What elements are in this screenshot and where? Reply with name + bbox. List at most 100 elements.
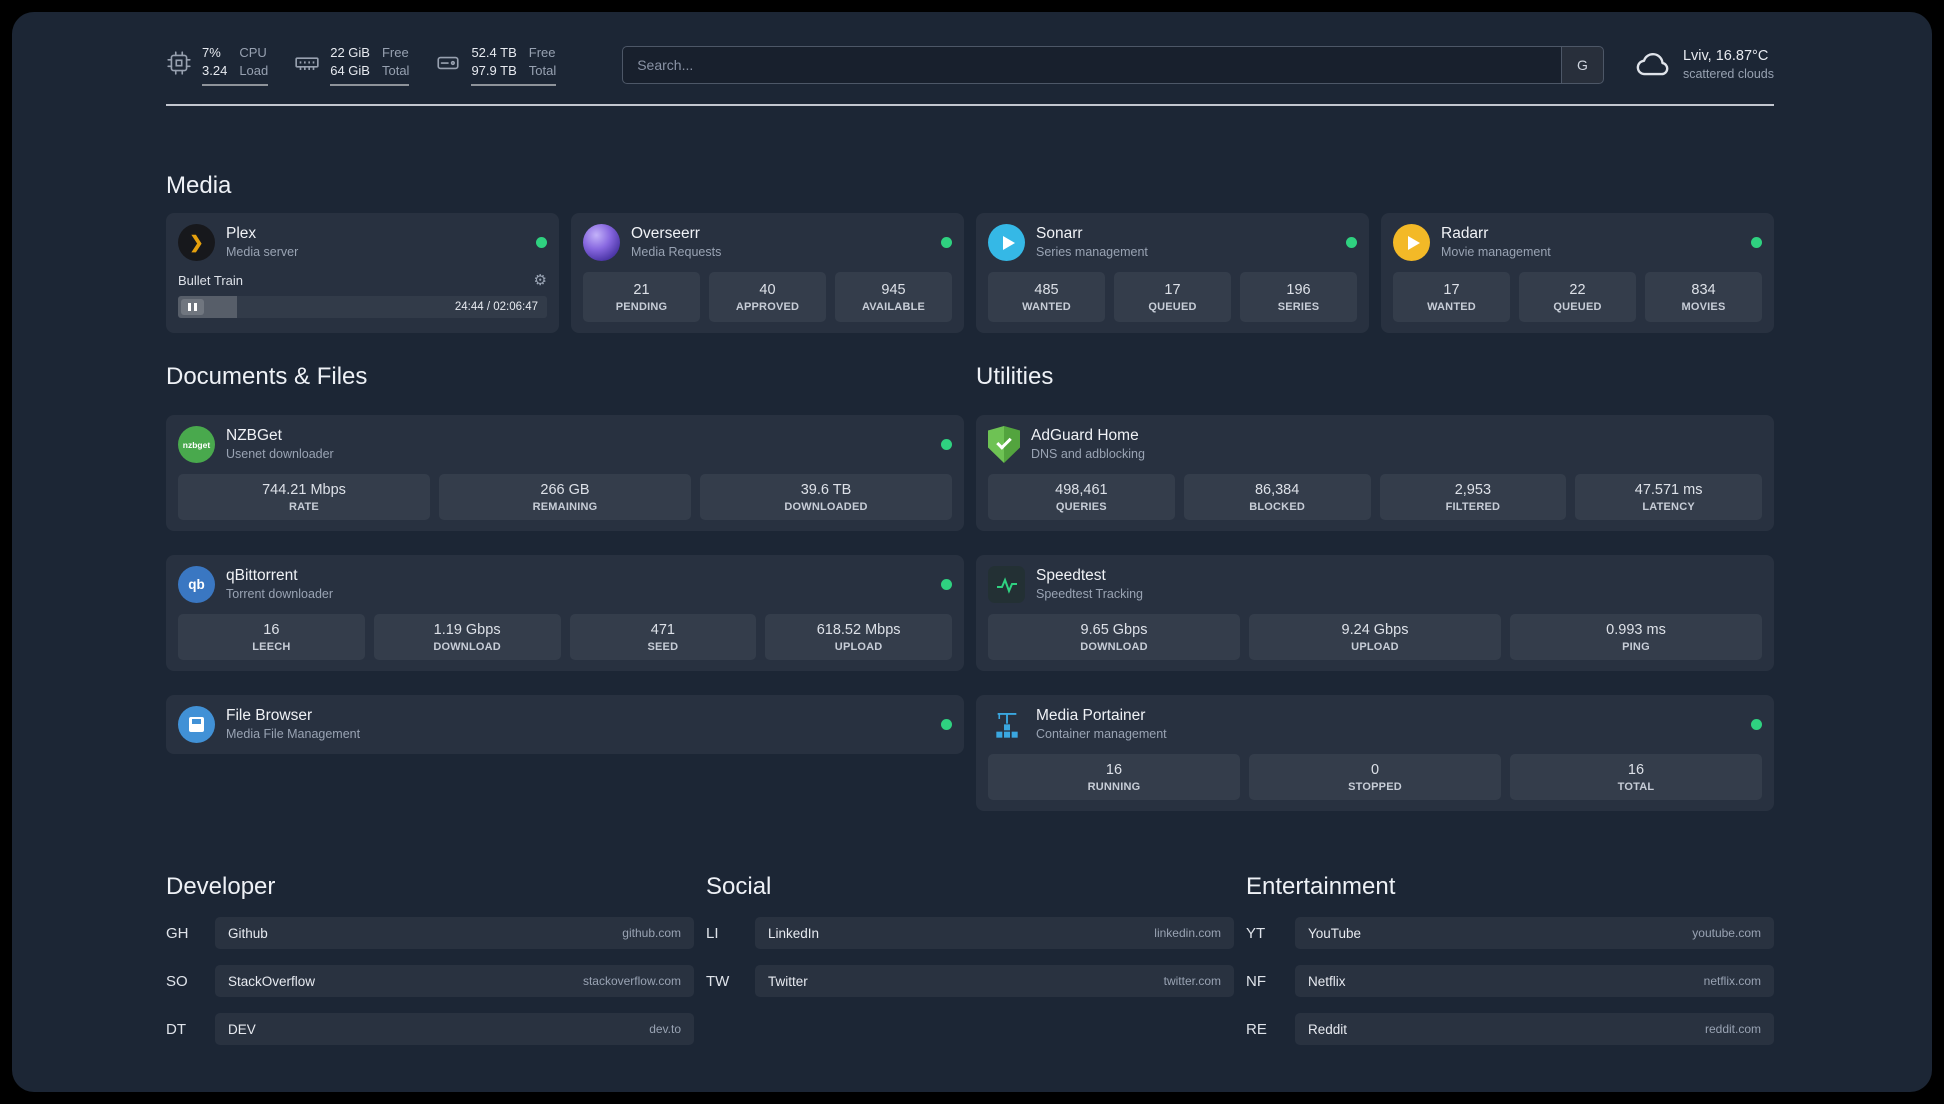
- stat-box: 17 QUEUED: [1114, 272, 1231, 322]
- status-dot: [1751, 237, 1762, 248]
- section-documents: Documents & Files nzbget NZBGet Usenet d…: [166, 363, 964, 754]
- search-input[interactable]: [623, 47, 1561, 83]
- service-desc: Speedtest Tracking: [1036, 587, 1144, 602]
- bookmark-link[interactable]: StackOverflow stackoverflow.com: [215, 965, 694, 997]
- bookmark-link[interactable]: Reddit reddit.com: [1295, 1013, 1774, 1045]
- portainer-icon: [988, 706, 1025, 743]
- search-provider-button[interactable]: G: [1560, 47, 1603, 83]
- stat-box: 39.6 TB DOWNLOADED: [700, 474, 952, 520]
- memory-readout: 22 GiB 64 GiB Free Total: [330, 44, 410, 86]
- weather-condition: scattered clouds: [1682, 67, 1774, 82]
- stat-box: 22 QUEUED: [1519, 272, 1636, 322]
- bookmark-group-entertainment: Entertainment YT YouTube youtube.com NF …: [1246, 873, 1774, 1045]
- disk-free-label: Free: [528, 45, 556, 61]
- section-title-developer: Developer: [166, 873, 276, 900]
- cpu-readout: 7% 3.24 CPU Load: [202, 44, 269, 86]
- service-card-plex[interactable]: ❯ Plex Media server Bullet Train ⚙ 24:44…: [166, 213, 559, 333]
- settings-gear-icon[interactable]: ⚙: [534, 271, 547, 289]
- service-name: AdGuard Home: [1031, 427, 1139, 444]
- radarr-icon: [1393, 224, 1430, 261]
- stat-box: 40 APPROVED: [709, 272, 826, 322]
- weather-widget: Lviv, 16.87°C scattered clouds: [1634, 47, 1774, 84]
- stat-box: 86,384 BLOCKED: [1183, 474, 1371, 520]
- bookmark-linkedin[interactable]: LI LinkedIn linkedin.com: [706, 917, 1234, 949]
- bookmark-abbr: RE: [1246, 1020, 1267, 1038]
- service-desc: Media server: [226, 245, 299, 260]
- memory-free-value: 22 GiB: [330, 45, 370, 61]
- bookmark-reddit[interactable]: RE Reddit reddit.com: [1246, 1013, 1774, 1045]
- plex-icon: ❯: [178, 224, 215, 261]
- bookmark-dev[interactable]: DT DEV dev.to: [166, 1013, 694, 1045]
- stat-box: 471 SEED: [569, 614, 757, 660]
- stat-box: 9.65 Gbps DOWNLOAD: [988, 614, 1240, 660]
- service-desc: DNS and adblocking: [1031, 447, 1145, 462]
- section-title-utilities: Utilities: [976, 363, 1054, 390]
- section-media: Media ❯ Plex Media server Bullet Train ⚙…: [166, 172, 1774, 333]
- service-card-sonarr[interactable]: Sonarr Series management 485 WANTED 17 Q…: [976, 213, 1369, 333]
- bookmark-link[interactable]: Netflix netflix.com: [1295, 965, 1774, 997]
- disk-readout: 52.4 TB 97.9 TB Free Total: [471, 44, 557, 86]
- bookmark-abbr: LI: [706, 924, 719, 942]
- service-card-overseerr[interactable]: Overseerr Media Requests 21 PENDING 40 A…: [571, 213, 964, 333]
- service-name: File Browser: [226, 707, 313, 724]
- stat-box: 0 STOPPED: [1249, 754, 1501, 800]
- service-desc: Container management: [1036, 727, 1167, 742]
- playback-progress-bar[interactable]: 24:44 / 02:06:47: [178, 296, 547, 318]
- bookmark-link[interactable]: YouTube youtube.com: [1295, 917, 1774, 949]
- bookmark-github[interactable]: GH Github github.com: [166, 917, 694, 949]
- section-title-social: Social: [706, 873, 772, 900]
- bookmark-stackoverflow[interactable]: SO StackOverflow stackoverflow.com: [166, 965, 694, 997]
- bookmark-youtube[interactable]: YT YouTube youtube.com: [1246, 917, 1774, 949]
- bookmark-link[interactable]: LinkedIn linkedin.com: [755, 917, 1234, 949]
- bookmark-twitter[interactable]: TW Twitter twitter.com: [706, 965, 1234, 997]
- stat-box: 2,953 FILTERED: [1379, 474, 1567, 520]
- filebrowser-icon: [178, 706, 215, 743]
- status-dot: [536, 237, 547, 248]
- service-desc: Media File Management: [226, 727, 361, 742]
- bookmark-link[interactable]: Github github.com: [215, 917, 694, 949]
- cpu-load-label: Load: [239, 63, 269, 78]
- service-name: Overseerr: [631, 225, 700, 242]
- service-card-qbittorrent[interactable]: qb qBittorrent Torrent downloader 16 LEE…: [166, 555, 964, 671]
- service-card-nzbget[interactable]: nzbget NZBGet Usenet downloader 744.21 M…: [166, 415, 964, 531]
- stat-box: 17 WANTED: [1393, 272, 1510, 322]
- disk-total-value: 97.9 TB: [471, 63, 517, 78]
- stat-box: 485 WANTED: [988, 272, 1105, 322]
- status-dot: [941, 439, 952, 450]
- cpu-usage-label: CPU: [239, 45, 267, 61]
- bookmark-link[interactable]: DEV dev.to: [215, 1013, 694, 1045]
- service-desc: Movie management: [1441, 245, 1551, 260]
- bookmark-netflix[interactable]: NF Netflix netflix.com: [1246, 965, 1774, 997]
- stat-box: 9.24 Gbps UPLOAD: [1249, 614, 1501, 660]
- service-card-speedtest[interactable]: Speedtest Speedtest Tracking 9.65 Gbps D…: [976, 555, 1774, 671]
- nzbget-icon: nzbget: [178, 426, 215, 463]
- stat-box: 0.993 ms PING: [1510, 614, 1762, 660]
- service-name: Plex: [226, 225, 257, 242]
- pause-button[interactable]: [181, 299, 204, 315]
- status-dot: [1751, 719, 1762, 730]
- stat-box: 21 PENDING: [583, 272, 700, 322]
- disk-widget: 52.4 TB 97.9 TB Free Total: [435, 44, 557, 86]
- plex-now-playing: Bullet Train ⚙ 24:44 / 02:06:47: [178, 271, 547, 318]
- bookmark-link[interactable]: Twitter twitter.com: [755, 965, 1234, 997]
- service-card-filebrowser[interactable]: File Browser Media File Management: [166, 695, 964, 754]
- weather-location: Lviv, 16.87°C: [1682, 48, 1769, 65]
- service-name: Media Portainer: [1036, 707, 1146, 724]
- adguard-icon: [988, 426, 1020, 463]
- service-card-adguard[interactable]: AdGuard Home DNS and adblocking 498,461 …: [976, 415, 1774, 531]
- service-card-radarr[interactable]: Radarr Movie management 17 WANTED 22 QUE…: [1381, 213, 1774, 333]
- cpu-usage-value: 7%: [202, 45, 221, 61]
- disk-total-label: Total: [528, 63, 557, 78]
- disk-icon: [435, 44, 461, 81]
- memory-total-label: Total: [381, 63, 410, 78]
- service-card-portainer[interactable]: Media Portainer Container management 16 …: [976, 695, 1774, 811]
- section-title-entertainment: Entertainment: [1246, 873, 1396, 900]
- service-name: Speedtest: [1036, 567, 1106, 584]
- stat-box: 16 TOTAL: [1510, 754, 1762, 800]
- memory-total-value: 64 GiB: [330, 63, 370, 78]
- stat-box: 618.52 Mbps UPLOAD: [765, 614, 952, 660]
- stat-box: 834 MOVIES: [1645, 272, 1762, 322]
- bookmark-abbr: NF: [1246, 972, 1266, 990]
- cpu-widget: 7% 3.24 CPU Load: [166, 44, 269, 86]
- stat-box: 16 LEECH: [178, 614, 365, 660]
